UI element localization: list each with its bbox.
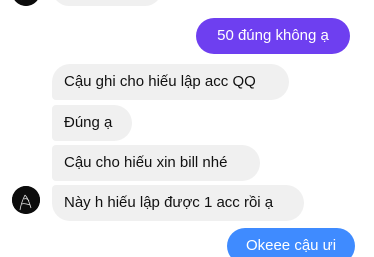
message-text: Cậu ghi cho hiếu lập acc QQ bbox=[64, 73, 256, 90]
incoming-message-bubble[interactable]: Cậu cho hiếu xin bill nhé bbox=[52, 145, 260, 181]
contact-avatar-icon[interactable] bbox=[12, 0, 40, 6]
incoming-message-bubble[interactable]: Cậu ghi cho hiếu lập acc QQ bbox=[52, 64, 289, 100]
incoming-message-bubble[interactable]: Này h hiếu lập được 1 acc rồi ạ bbox=[52, 185, 304, 221]
message-text: Cậu cho hiếu xin bill nhé bbox=[64, 154, 228, 171]
previous-message-bubble[interactable] bbox=[52, 0, 162, 6]
chat-thread: 50 đúng không ạ Cậu ghi cho hiếu lập acc… bbox=[0, 0, 374, 257]
outgoing-message-bubble[interactable]: Okeee cậu ưi bbox=[227, 228, 355, 257]
message-text: Đúng ạ bbox=[64, 114, 113, 131]
contact-avatar-icon[interactable] bbox=[12, 186, 40, 214]
message-text: 50 đúng không ạ bbox=[217, 27, 329, 44]
incoming-message-bubble[interactable]: Đúng ạ bbox=[52, 105, 132, 141]
message-text: Okeee cậu ưi bbox=[245, 237, 337, 254]
message-text: Này h hiếu lập được 1 acc rồi ạ bbox=[64, 194, 274, 211]
outgoing-message-bubble[interactable]: 50 đúng không ạ bbox=[196, 18, 350, 54]
